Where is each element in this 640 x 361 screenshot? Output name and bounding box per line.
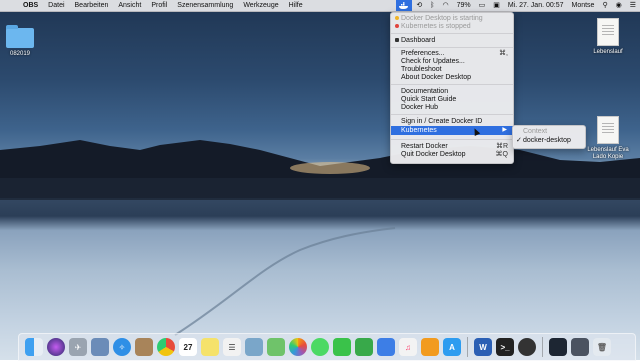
messages-icon[interactable] xyxy=(311,338,329,356)
wifi-icon[interactable]: ◠ xyxy=(438,0,452,11)
menu-item-docker-hub[interactable]: Docker Hub xyxy=(391,103,513,112)
submenu-arrow-icon: ▶ xyxy=(502,127,507,133)
status-dot-icon xyxy=(395,16,399,20)
dock-separator xyxy=(467,337,468,357)
desktop-folder[interactable]: 082019 xyxy=(2,25,38,58)
document-icon xyxy=(597,116,619,144)
menu-item-sign-in[interactable]: Sign in / Create Docker ID xyxy=(391,117,513,126)
notification-center-icon[interactable]: ☰ xyxy=(626,0,640,11)
folder-label: 082019 xyxy=(9,51,31,57)
document-icon xyxy=(597,18,619,46)
desktop-file-lebenslauf-kopie[interactable]: Lebenslauf Eva Lado Kopie xyxy=(582,116,634,161)
menu-ansicht[interactable]: Ansicht xyxy=(113,0,146,11)
stickies-icon[interactable] xyxy=(201,338,219,356)
file-label: Lebenslauf xyxy=(593,49,623,55)
desktop-file-lebenslauf[interactable]: Lebenslauf xyxy=(588,18,628,56)
battery-icon[interactable]: ▭ xyxy=(475,0,490,11)
calendar-icon[interactable]: 27 xyxy=(179,338,197,356)
submenu-item-docker-desktop[interactable]: ✓ docker-desktop xyxy=(513,136,585,145)
input-source-icon[interactable]: ▣ xyxy=(489,0,504,11)
keynote-icon[interactable] xyxy=(377,338,395,356)
submenu-context-header: Context xyxy=(523,128,548,135)
maps-icon[interactable] xyxy=(267,338,285,356)
menu-item-kubernetes[interactable]: Kubernetes ▶ xyxy=(391,126,513,135)
file-label: Lebenslauf Eva Lado Kopie xyxy=(587,147,629,160)
menu-szenensammlung[interactable]: Szenensammlung xyxy=(172,0,238,11)
photos-icon[interactable] xyxy=(289,338,307,356)
menu-hilfe[interactable]: Hilfe xyxy=(284,0,308,11)
obs-icon[interactable] xyxy=(518,338,536,356)
docker-menu: Docker Desktop is starting Kubernetes is… xyxy=(390,12,514,164)
numbers-icon[interactable] xyxy=(355,338,373,356)
safari-icon[interactable]: ✧ xyxy=(113,338,131,356)
menu-bearbeiten[interactable]: Bearbeiten xyxy=(70,0,114,11)
docker-whale-icon[interactable] xyxy=(396,0,413,11)
image-viewer-icon[interactable] xyxy=(245,338,263,356)
reminders-icon[interactable]: ☰ xyxy=(223,338,241,356)
notebook-icon[interactable] xyxy=(135,338,153,356)
menu-item-about[interactable]: About Docker Desktop xyxy=(391,73,513,82)
preview-icon[interactable] xyxy=(91,338,109,356)
finder-icon[interactable] xyxy=(25,338,43,356)
facetime-icon[interactable] xyxy=(333,338,351,356)
screen-thumbnail-icon[interactable] xyxy=(549,338,567,356)
checkmark-icon: ✓ xyxy=(516,137,522,144)
menu-app-name[interactable]: OBS xyxy=(18,0,43,11)
user-name[interactable]: Montse xyxy=(568,0,599,11)
siri-icon[interactable] xyxy=(47,338,65,356)
music-icon[interactable]: ♫ xyxy=(399,338,417,356)
terminal-icon[interactable]: >_ xyxy=(496,338,514,356)
menu-separator xyxy=(391,33,513,34)
word-icon[interactable]: W xyxy=(474,338,492,356)
time-machine-icon[interactable]: ⟲ xyxy=(412,0,426,11)
window-thumbnail-icon[interactable] xyxy=(571,338,589,356)
menu-bar: OBS Datei Bearbeiten Ansicht Profil Szen… xyxy=(0,0,640,12)
kubernetes-submenu: Context ✓ docker-desktop xyxy=(512,125,586,149)
menu-item-dashboard[interactable]: Dashboard xyxy=(391,36,513,45)
chrome-icon[interactable] xyxy=(157,338,175,356)
dock: ✈ ✧ 27 ☰ ♫ A W >_ 🗑 xyxy=(18,333,636,361)
clock[interactable]: Mi. 27. Jan. 00:57 xyxy=(504,0,568,11)
trash-icon[interactable]: 🗑 xyxy=(593,338,611,356)
spotlight-icon[interactable]: ⚲ xyxy=(598,0,611,11)
folder-icon xyxy=(6,25,34,48)
menu-werkzeuge[interactable]: Werkzeuge xyxy=(238,0,283,11)
menu-separator xyxy=(391,84,513,85)
app-store-icon[interactable]: A xyxy=(443,338,461,356)
menu-item-quit[interactable]: Quit Docker Desktop ⌘Q xyxy=(391,150,513,159)
siri-icon[interactable]: ◉ xyxy=(612,0,626,11)
status-kubernetes-stopped: Kubernetes is stopped xyxy=(391,22,513,31)
mountain-silhouette xyxy=(0,140,640,336)
menu-separator xyxy=(391,139,513,140)
books-icon[interactable] xyxy=(421,338,439,356)
status-dot-icon xyxy=(395,24,399,28)
menu-separator xyxy=(391,114,513,115)
battery-percent[interactable]: 79% xyxy=(453,0,475,11)
launchpad-icon[interactable]: ✈ xyxy=(69,338,87,356)
dock-separator xyxy=(542,337,543,357)
dashboard-icon xyxy=(395,38,399,42)
menu-separator xyxy=(391,47,513,48)
menu-datei[interactable]: Datei xyxy=(43,0,69,11)
bluetooth-icon[interactable]: ᛒ xyxy=(426,0,438,11)
menu-profil[interactable]: Profil xyxy=(146,0,172,11)
